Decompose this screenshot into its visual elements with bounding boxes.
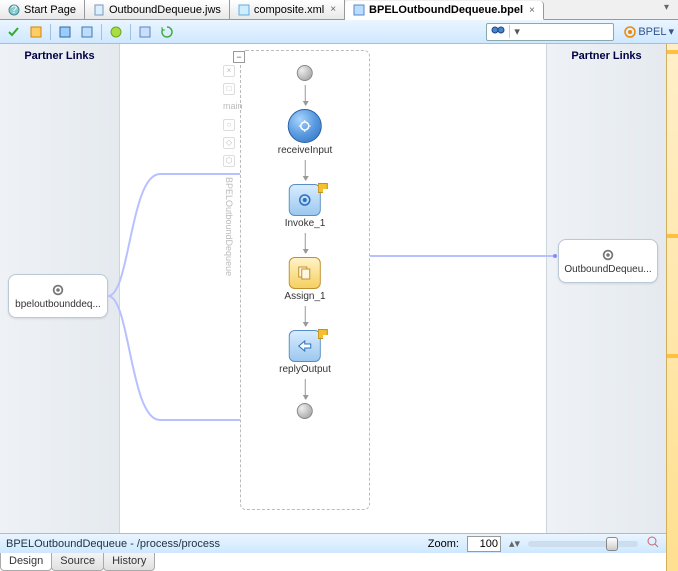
invoke-icon: [289, 184, 321, 216]
tab-bpel-file[interactable]: BPELOutboundDequeue.bpel ×: [345, 1, 544, 20]
tab-source[interactable]: Source: [51, 553, 104, 571]
svg-text:?: ?: [11, 4, 17, 16]
tool-icon[interactable]: □: [223, 83, 235, 95]
flow-column: receiveInput Invoke_1 Assign_1: [278, 65, 332, 419]
partner-label: bpeloutbounddeq...: [15, 299, 101, 310]
zoom-slider[interactable]: [528, 541, 638, 547]
start-node[interactable]: [297, 65, 313, 81]
search-combo[interactable]: ▾: [486, 23, 614, 41]
activity-label: Assign_1: [284, 291, 325, 302]
refresh-button[interactable]: [157, 22, 177, 42]
activity-label: receiveInput: [278, 145, 332, 156]
flow-arrow: [304, 233, 305, 253]
undo-button[interactable]: [55, 22, 75, 42]
marker: [667, 50, 678, 54]
partner-label: OutboundDequeu...: [564, 264, 651, 275]
help-icon: ?: [8, 4, 20, 16]
zoom-input[interactable]: [467, 536, 501, 552]
tab-label: OutboundDequeue.jws: [109, 4, 221, 16]
tool-icon[interactable]: ×: [223, 65, 235, 77]
editor-tabs: ? Start Page OutboundDequeue.jws composi…: [0, 0, 678, 20]
partner-link-outbound[interactable]: OutboundDequeu...: [558, 239, 658, 283]
pane-title: Partner Links: [0, 44, 119, 68]
tool-button[interactable]: [135, 22, 155, 42]
tab-outbound-jws[interactable]: OutboundDequeue.jws: [85, 0, 230, 19]
bpel-canvas[interactable]: Partner Links Partner Links bpeloutbound…: [0, 44, 678, 542]
process-scope[interactable]: − × □ main ○ ◇ ⬡ BPELOutboundDequeue rec…: [240, 50, 370, 510]
breadcrumb: BPELOutboundDequeue - /process/process: [6, 538, 420, 550]
window-menu-dropdown[interactable]: ▾: [664, 2, 676, 14]
close-icon[interactable]: ×: [330, 4, 336, 15]
tab-label: composite.xml: [254, 4, 324, 16]
invoke-activity[interactable]: Invoke_1: [285, 184, 326, 229]
scope-vertical-label: BPELOutboundDequeue: [224, 177, 234, 276]
slider-thumb[interactable]: [606, 537, 618, 551]
gear-icon: [51, 283, 65, 297]
zoom-label: Zoom:: [428, 538, 459, 550]
flow-arrow: [304, 160, 305, 180]
scope-tools: × □ main ○ ◇ ⬡ BPELOutboundDequeue: [223, 65, 235, 276]
overview-strip[interactable]: [666, 44, 678, 571]
tab-label: BPELOutboundDequeue.bpel: [369, 4, 523, 16]
separator: [130, 24, 131, 40]
receive-icon: [288, 109, 322, 143]
close-icon[interactable]: ×: [529, 5, 535, 16]
redo-button[interactable]: [77, 22, 97, 42]
binoculars-icon: [487, 24, 509, 39]
tool-icon[interactable]: ◇: [223, 137, 235, 149]
validate-button[interactable]: [4, 22, 24, 42]
assign-activity[interactable]: Assign_1: [284, 257, 325, 302]
activity-label: Invoke_1: [285, 218, 326, 229]
marker: [667, 354, 678, 358]
flow-arrow: [304, 379, 305, 399]
warnings-button[interactable]: [26, 22, 46, 42]
receive-activity[interactable]: receiveInput: [278, 109, 332, 156]
flag-icon: [318, 183, 328, 193]
flag-icon: [318, 329, 328, 339]
separator: [50, 24, 51, 40]
reply-activity[interactable]: replyOutput: [279, 330, 331, 375]
main-label: main: [223, 101, 235, 113]
separator: [101, 24, 102, 40]
flow-arrow: [304, 85, 305, 105]
end-node[interactable]: [297, 403, 313, 419]
partner-link-client[interactable]: bpeloutbounddeq...: [8, 274, 108, 318]
tab-label: Start Page: [24, 4, 76, 16]
pane-title: Partner Links: [547, 44, 666, 68]
reply-icon: [289, 330, 321, 362]
layout-button[interactable]: [106, 22, 126, 42]
activity-label: replyOutput: [279, 364, 331, 375]
tool-icon[interactable]: ○: [223, 119, 235, 131]
xml-icon: [238, 4, 250, 16]
status-bar: BPELOutboundDequeue - /process/process Z…: [0, 533, 666, 553]
right-partner-pane: Partner Links: [546, 44, 666, 542]
tab-history[interactable]: History: [103, 553, 155, 571]
tab-design[interactable]: Design: [0, 553, 52, 571]
search-input[interactable]: [523, 25, 613, 39]
tool-icon[interactable]: ⬡: [223, 155, 235, 167]
tab-start-page[interactable]: ? Start Page: [0, 0, 85, 19]
assign-icon: [289, 257, 321, 289]
flow-arrow: [304, 306, 305, 326]
editor-view-tabs: Design Source History: [0, 553, 154, 571]
bpel-icon: [353, 4, 365, 16]
marker: [667, 234, 678, 238]
zoom-stepper[interactable]: ▴▾: [509, 537, 520, 550]
toolbar: ▾ BPEL ▾: [0, 20, 678, 44]
gear-icon: [601, 248, 615, 262]
bpel-version-selector[interactable]: BPEL ▾: [624, 25, 674, 38]
fit-to-window-icon[interactable]: [646, 535, 660, 552]
tab-composite-xml[interactable]: composite.xml ×: [230, 0, 345, 19]
file-icon: [93, 4, 105, 16]
chevron-down-icon: ▾: [668, 25, 674, 38]
process-center: − × □ main ○ ◇ ⬡ BPELOutboundDequeue rec…: [120, 44, 546, 542]
chevron-down-icon[interactable]: ▾: [509, 25, 523, 38]
collapse-toggle[interactable]: −: [233, 51, 245, 63]
